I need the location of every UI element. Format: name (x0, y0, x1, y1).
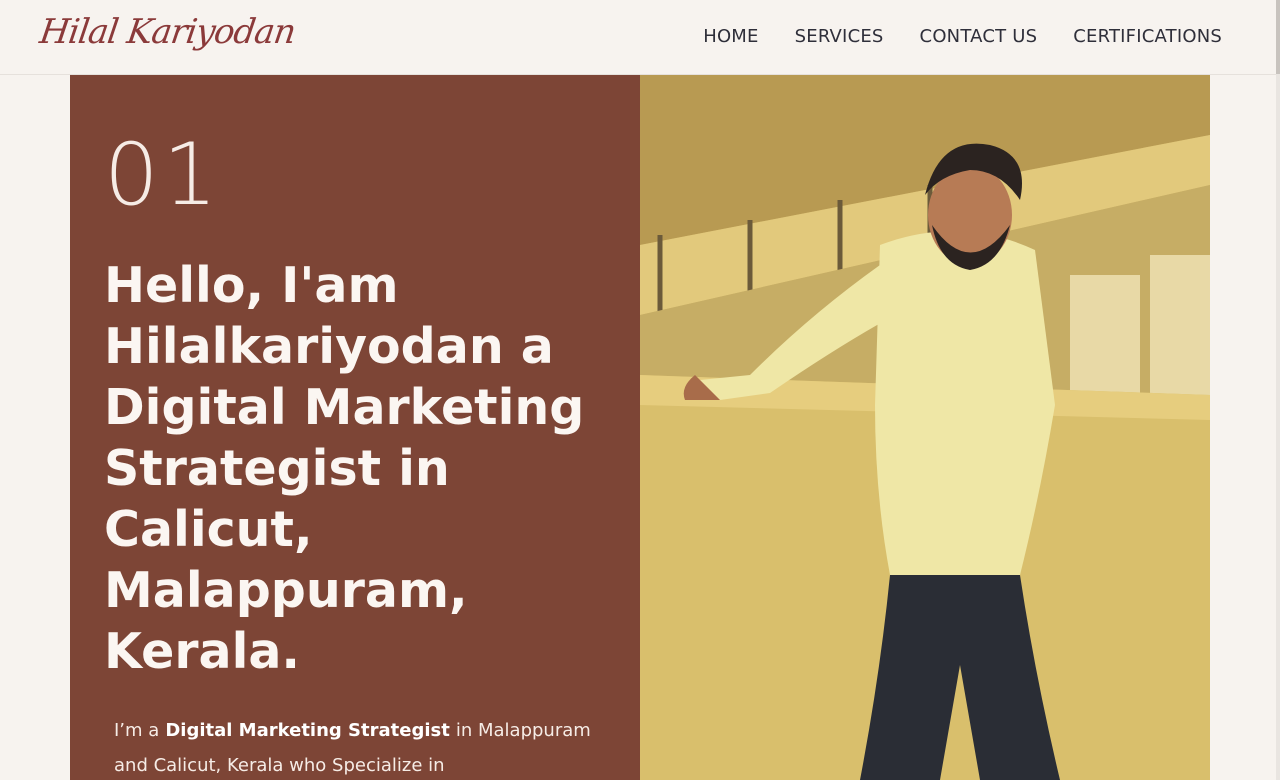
main-nav: HOME SERVICES CONTACT US CERTIFICATIONS (703, 26, 1222, 47)
hero-text-panel: 01 Hello, I'am Hilalkariyodan a Digital … (70, 75, 640, 780)
scrollbar-thumb[interactable] (1276, 0, 1280, 74)
hero-intro: I’m a Digital Marketing Strategist in Mala… (114, 713, 614, 780)
hero-photo (640, 75, 1210, 780)
nav-services[interactable]: SERVICES (795, 26, 884, 47)
scrollbar[interactable] (1276, 0, 1280, 780)
site-header: Hilal Kariyodan HOME SERVICES CONTACT US… (0, 0, 1280, 75)
intro-strong: Digital Marketing Strategist (165, 720, 450, 741)
nav-home[interactable]: HOME (703, 26, 758, 47)
portrait-illustration (640, 75, 1210, 780)
logo[interactable]: Hilal Kariyodan (37, 12, 297, 52)
section-number: 01 (104, 125, 222, 225)
nav-contact-us[interactable]: CONTACT US (920, 26, 1038, 47)
intro-prefix: I’m a (114, 720, 160, 741)
nav-certifications[interactable]: CERTIFICATIONS (1073, 26, 1222, 47)
hero-headline: Hello, I'am Hilalkariyodan a Digital Mar… (104, 257, 585, 680)
